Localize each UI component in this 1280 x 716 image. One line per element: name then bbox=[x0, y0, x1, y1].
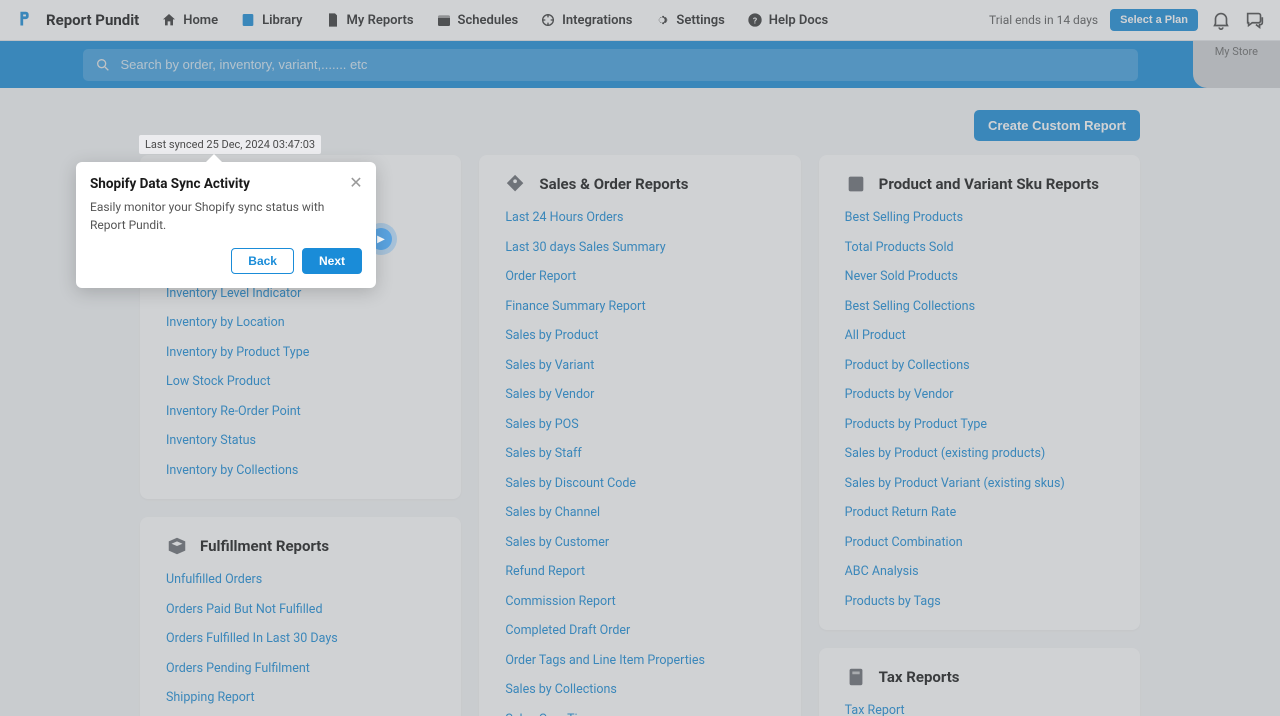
tour-overlay[interactable] bbox=[0, 0, 1280, 716]
popover-actions: Back Next bbox=[90, 248, 362, 274]
close-icon[interactable]: ✕ bbox=[346, 172, 366, 192]
next-button[interactable]: Next bbox=[302, 248, 362, 274]
last-synced-badge: Last synced 25 Dec, 2024 03:47:03 bbox=[139, 135, 321, 154]
popover-title: Shopify Data Sync Activity bbox=[90, 176, 362, 192]
back-button[interactable]: Back bbox=[231, 248, 294, 274]
tour-popover: ✕ Shopify Data Sync Activity Easily moni… bbox=[76, 162, 376, 288]
popover-body: Easily monitor your Shopify sync status … bbox=[90, 198, 362, 234]
